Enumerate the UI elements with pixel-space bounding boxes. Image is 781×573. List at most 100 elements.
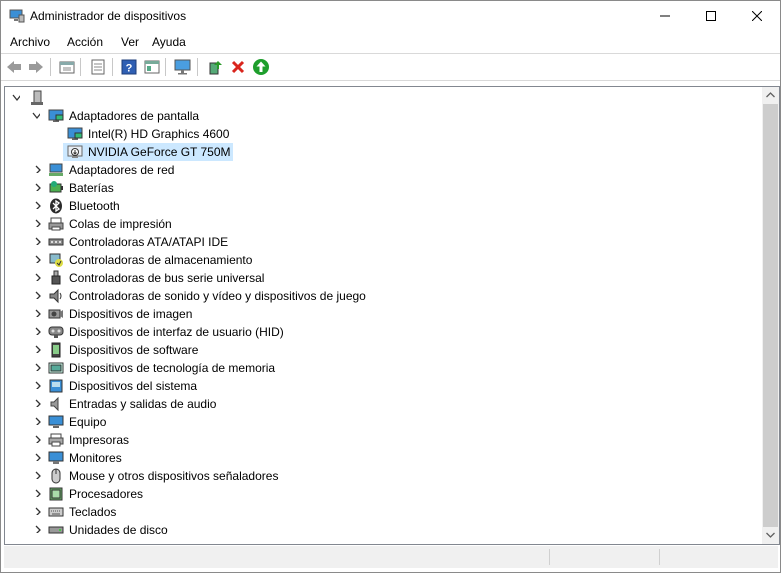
collapsed-chevron-icon[interactable]: [34, 399, 42, 407]
minimize-icon: [660, 15, 670, 17]
category-row[interactable]: Baterías: [5, 179, 565, 197]
driver-list-icon: [91, 59, 105, 75]
device-intel-hd-graphics[interactable]: Intel(R) HD Graphics 4600: [63, 125, 303, 143]
collapsed-chevron-icon[interactable]: [34, 363, 42, 371]
enable-device-button[interactable]: [251, 57, 271, 77]
system-device-icon: [49, 379, 63, 393]
category-row[interactable]: Bluetooth: [5, 197, 565, 215]
collapsed-chevron-icon[interactable]: [34, 525, 42, 533]
sound-icon: [49, 288, 62, 304]
disk-drive-icon: [48, 526, 64, 534]
monitor-icon: [48, 451, 64, 464]
menu-accion[interactable]: Acción: [67, 35, 103, 49]
collapsed-chevron-icon[interactable]: [34, 165, 42, 173]
computer-root-icon: [31, 90, 43, 105]
category-row[interactable]: Entradas y salidas de audio: [5, 395, 565, 413]
forward-arrow-icon: [29, 61, 43, 73]
scan-hardware-button[interactable]: [173, 57, 193, 77]
category-label: Adaptadores de red: [69, 163, 175, 177]
driver-list-button[interactable]: [88, 57, 108, 77]
update-driver-icon: [209, 61, 222, 75]
category-row[interactable]: Controladoras ATA/ATAPI IDE: [5, 233, 565, 251]
collapsed-chevron-icon[interactable]: [34, 237, 42, 245]
category-row[interactable]: Procesadores: [5, 485, 565, 503]
collapsed-chevron-icon[interactable]: [34, 381, 42, 389]
collapsed-chevron-icon[interactable]: [34, 309, 42, 317]
category-label: Controladoras de sonido y vídeo y dispos…: [69, 289, 366, 303]
memory-icon: [48, 362, 64, 374]
maximize-button[interactable]: [688, 1, 734, 31]
category-label: Mouse y otros dispositivos señaladores: [69, 469, 279, 483]
category-row[interactable]: Controladoras de almacenamiento: [5, 251, 565, 269]
category-row[interactable]: Adaptadores de red: [5, 161, 565, 179]
collapsed-chevron-icon[interactable]: [34, 417, 42, 425]
category-row[interactable]: Dispositivos de imagen: [5, 305, 565, 323]
collapsed-chevron-icon[interactable]: [34, 507, 42, 515]
category-row[interactable]: Controladoras de bus serie universal: [5, 269, 565, 287]
category-row[interactable]: Dispositivos de software: [5, 341, 565, 359]
minimize-button[interactable]: [642, 1, 688, 31]
status-divider: [549, 549, 550, 565]
menu-ver[interactable]: Ver: [121, 35, 139, 49]
device-nvidia-geforce[interactable]: NVIDIA GeForce GT 750M: [63, 143, 303, 161]
menu-ayuda[interactable]: Ayuda: [152, 35, 186, 49]
device-tree-panel: Adaptadores de pantalla Intel(R) HD Grap…: [4, 86, 780, 545]
properties-icon: [59, 61, 75, 74]
uninstall-device-button[interactable]: [228, 57, 248, 77]
vertical-scrollbar[interactable]: [762, 87, 779, 544]
toolbar-separator: [197, 58, 198, 76]
category-label: Bluetooth: [69, 199, 120, 213]
collapsed-chevron-icon[interactable]: [34, 255, 42, 263]
camera-icon: [48, 309, 63, 319]
collapsed-chevron-icon[interactable]: [34, 489, 42, 497]
category-row[interactable]: Dispositivos de tecnología de memoria: [5, 359, 565, 377]
properties-button[interactable]: [57, 57, 77, 77]
back-button[interactable]: [4, 57, 24, 77]
category-row[interactable]: Impresoras: [5, 431, 565, 449]
category-row[interactable]: Colas de impresión: [5, 215, 565, 233]
storage-controller-icon: [49, 253, 63, 267]
toolbar-separator: [50, 58, 51, 76]
title-bar[interactable]: Administrador de dispositivos: [1, 1, 780, 31]
category-row[interactable]: Dispositivos del sistema: [5, 377, 565, 395]
collapsed-chevron-icon[interactable]: [34, 327, 42, 335]
update-driver-button[interactable]: [205, 57, 225, 77]
bluetooth-icon: [50, 198, 62, 214]
collapsed-chevron-icon[interactable]: [34, 435, 42, 443]
help-button[interactable]: ?: [119, 57, 139, 77]
expanded-chevron-icon: [12, 94, 20, 102]
category-row[interactable]: Dispositivos de interfaz de usuario (HID…: [5, 323, 565, 341]
collapsed-chevron-icon[interactable]: [34, 291, 42, 299]
category-label: Unidades de disco: [69, 523, 168, 537]
menu-archivo[interactable]: Archivo: [10, 35, 50, 49]
category-row[interactable]: Controladoras de sonido y vídeo y dispos…: [5, 287, 565, 305]
status-divider: [659, 549, 660, 565]
collapsed-chevron-icon[interactable]: [34, 471, 42, 479]
collapsed-chevron-icon[interactable]: [34, 273, 42, 281]
category-adaptadores-de-pantalla[interactable]: Adaptadores de pantalla: [5, 107, 305, 125]
network-adapter-icon: [49, 163, 63, 176]
tree-root[interactable]: [5, 89, 205, 107]
view-button[interactable]: [142, 57, 162, 77]
collapsed-chevron-icon[interactable]: [34, 453, 42, 461]
expanded-chevron-icon: [32, 112, 40, 120]
collapsed-chevron-icon[interactable]: [34, 345, 42, 353]
category-row[interactable]: Teclados: [5, 503, 565, 521]
collapsed-chevron-icon[interactable]: [34, 201, 42, 209]
forward-button[interactable]: [26, 57, 46, 77]
category-row[interactable]: Monitores: [5, 449, 565, 467]
collapsed-chevron-icon[interactable]: [34, 183, 42, 191]
uninstall-x-icon: [231, 60, 245, 74]
category-row[interactable]: Equipo: [5, 413, 565, 431]
keyboard-icon: [48, 507, 64, 517]
close-button[interactable]: [734, 1, 780, 31]
collapsed-chevron-icon[interactable]: [34, 219, 42, 227]
category-row[interactable]: Mouse y otros dispositivos señaladores: [5, 467, 565, 485]
scroll-down-icon[interactable]: [766, 532, 775, 538]
ide-controller-icon: [48, 238, 64, 246]
scrollbar-thumb[interactable]: [763, 104, 778, 527]
category-row[interactable]: Unidades de disco: [5, 521, 565, 539]
scroll-up-icon[interactable]: [766, 92, 775, 98]
close-icon: [752, 11, 762, 21]
category-label: Controladoras de almacenamiento: [69, 253, 253, 267]
